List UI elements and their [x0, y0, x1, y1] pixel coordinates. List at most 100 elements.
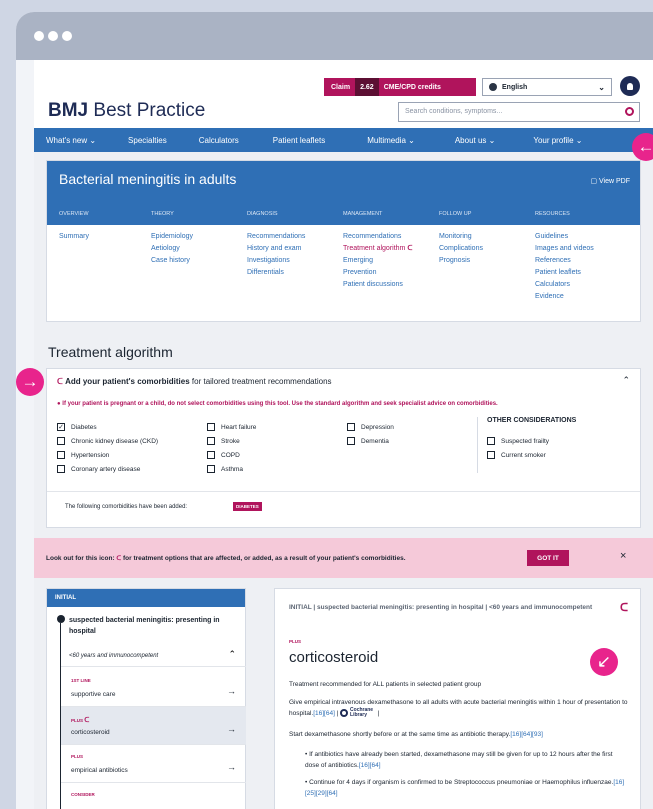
- nav-specialties[interactable]: Specialties: [128, 136, 167, 145]
- option-consider[interactable]: CONSIDER: [61, 783, 246, 809]
- diabetes-badge: DIABETES: [233, 502, 262, 511]
- claim-label: Claim: [331, 83, 351, 91]
- theory-links: Epidemiology Aetiology Case history: [151, 231, 193, 267]
- got-it-button[interactable]: GOT IT: [527, 550, 569, 566]
- logo-text: Best Practice: [93, 100, 206, 121]
- detail-paragraph: Give empirical intravenous dexamethasone…: [289, 699, 628, 719]
- nav-about-us[interactable]: About us ⌄: [455, 136, 496, 145]
- window-dot-icon: [62, 31, 72, 41]
- subgroup-row[interactable]: <60 years and immunocompetent ⌃: [61, 645, 246, 667]
- checkbox-dementia[interactable]: Dementia: [347, 437, 389, 445]
- site-logo[interactable]: BMJ Best Practice: [48, 100, 205, 122]
- nav-whats-new[interactable]: What's new ⌄: [46, 136, 96, 145]
- logo-bmj: BMJ: [48, 100, 89, 121]
- language-select[interactable]: English ⌄: [482, 78, 612, 96]
- checkbox-heart-failure[interactable]: Heart failure: [207, 423, 256, 431]
- link-history-exam[interactable]: History and exam: [247, 243, 305, 255]
- collapse-chevron-icon[interactable]: ⌃: [622, 375, 630, 386]
- patient-group-title[interactable]: suspected bacterial meningitis: presenti…: [69, 615, 229, 637]
- checkbox-current-smoker[interactable]: Current smoker: [487, 451, 546, 459]
- link-investigations[interactable]: Investigations: [247, 255, 305, 267]
- option-corticosteroid[interactable]: PLUS ᑕ corticosteroid →: [61, 707, 246, 745]
- option-empirical-antibiotics[interactable]: PLUS empirical antibiotics →: [61, 745, 246, 783]
- link-references[interactable]: References: [535, 255, 594, 267]
- algorithm-sidebar: INITIAL suspected bacterial meningitis: …: [46, 588, 246, 809]
- link-patient-discussions[interactable]: Patient discussions: [343, 279, 412, 291]
- treatment-detail: INITIAL | suspected bacterial meningitis…: [274, 588, 641, 809]
- link-management-recommendations[interactable]: Recommendations: [343, 231, 412, 243]
- banner-text: Look out for this icon: ᑕ for treatment …: [46, 555, 406, 562]
- followup-links: Monitoring Complications Prognosis: [439, 231, 483, 267]
- cochrane-label[interactable]: Cochrane Library: [350, 708, 376, 718]
- diagnosis-links: Recommendations History and exam Investi…: [247, 231, 305, 279]
- section-title: Treatment algorithm: [48, 344, 173, 360]
- close-icon[interactable]: ×: [620, 550, 626, 562]
- comorbidity-icon: ᑕ: [619, 602, 628, 614]
- checkbox-depression[interactable]: Depression: [347, 423, 394, 431]
- window-dot-icon: [48, 31, 58, 41]
- claim-credits-button[interactable]: Claim 2.62 CME/CPD credits: [324, 78, 476, 96]
- added-comorbidities: The following comorbidities have been ad…: [47, 491, 640, 521]
- topic-links: Summary Epidemiology Aetiology Case hist…: [47, 225, 640, 321]
- link-guidelines[interactable]: Guidelines: [535, 231, 594, 243]
- search-icon[interactable]: [625, 107, 634, 116]
- detail-plus-label: PLUS: [289, 639, 302, 644]
- checkbox-ckd[interactable]: Chronic kidney disease (CKD): [57, 437, 158, 445]
- claim-unit: CME/CPD credits: [383, 83, 441, 91]
- link-case-history[interactable]: Case history: [151, 255, 193, 267]
- category-theory: THEORY: [151, 211, 174, 217]
- category-diagnosis: DIAGNOSIS: [247, 211, 278, 217]
- nav-calculators[interactable]: Calculators: [199, 136, 239, 145]
- comorbidities-heading[interactable]: ᑕ Add your patient's comorbidities for t…: [57, 377, 332, 386]
- category-follow-up: FOLLOW UP: [439, 211, 472, 217]
- detail-paragraph: Start dexamethasone shortly before or at…: [289, 731, 543, 738]
- nav-your-profile[interactable]: Your profile ⌄: [533, 136, 582, 145]
- nav-multimedia[interactable]: Multimedia ⌄: [367, 136, 415, 145]
- checkbox-hypertension[interactable]: Hypertension: [57, 451, 109, 459]
- column-divider: [477, 417, 478, 473]
- reference-link[interactable]: [16][64]: [313, 710, 335, 717]
- detail-title: corticosteroid: [289, 649, 379, 666]
- link-summary[interactable]: Summary: [59, 231, 89, 243]
- reference-link[interactable]: [16][64][93]: [510, 731, 543, 738]
- checkbox-diabetes[interactable]: ✓ Diabetes: [57, 423, 97, 431]
- comorbidity-icon: ᑕ: [84, 717, 90, 724]
- link-aetiology[interactable]: Aetiology: [151, 243, 193, 255]
- link-monitoring[interactable]: Monitoring: [439, 231, 483, 243]
- link-images-videos[interactable]: Images and videos: [535, 243, 594, 255]
- checkbox-suspected-frailty[interactable]: Suspected frailty: [487, 437, 549, 445]
- checkbox-stroke[interactable]: Stroke: [207, 437, 240, 445]
- link-evidence[interactable]: Evidence: [535, 291, 594, 303]
- option-label: PLUS ᑕ: [71, 717, 90, 724]
- nav-patient-leaflets[interactable]: Patient leaflets: [273, 136, 325, 145]
- link-treatment-algorithm[interactable]: Treatment algorithm ᑕ: [343, 243, 412, 255]
- pointer-arrow-down-left-icon: ↙: [590, 648, 618, 676]
- option-supportive-care[interactable]: 1ST LINE supportive care →: [61, 669, 246, 707]
- link-patient-leaflets[interactable]: Patient leaflets: [535, 267, 594, 279]
- reference-link[interactable]: [16][64]: [359, 762, 381, 769]
- link-prevention[interactable]: Prevention: [343, 267, 412, 279]
- claim-value: 2.62: [355, 78, 379, 96]
- link-epidemiology[interactable]: Epidemiology: [151, 231, 193, 243]
- pregnancy-warning: ● If your patient is pregnant or a child…: [57, 401, 498, 407]
- search-input[interactable]: Search conditions, symptoms...: [398, 102, 640, 122]
- link-prognosis[interactable]: Prognosis: [439, 255, 483, 267]
- comorbidity-icon-banner: Look out for this icon: ᑕ for treatment …: [34, 538, 653, 578]
- notification-bell-icon[interactable]: [620, 76, 640, 96]
- link-complications[interactable]: Complications: [439, 243, 483, 255]
- checkbox-coronary-artery-disease[interactable]: Coronary artery disease: [57, 465, 140, 473]
- checkbox-asthma[interactable]: Asthma: [207, 465, 243, 473]
- added-text: The following comorbidities have been ad…: [65, 504, 188, 510]
- option-name: empirical antibiotics: [71, 767, 128, 774]
- arrow-right-icon: →: [227, 686, 236, 696]
- link-emerging[interactable]: Emerging: [343, 255, 412, 267]
- management-links: Recommendations Treatment algorithm ᑕ Em…: [343, 231, 412, 291]
- checkbox-copd[interactable]: COPD: [207, 451, 240, 459]
- link-diagnosis-recommendations[interactable]: Recommendations: [247, 231, 305, 243]
- initial-tab[interactable]: INITIAL: [47, 589, 245, 607]
- detail-bullet: • Continue for 4 days if organism is con…: [305, 779, 625, 797]
- link-calculators[interactable]: Calculators: [535, 279, 594, 291]
- detail-note: Treatment recommended for ALL patients i…: [289, 681, 482, 688]
- link-differentials[interactable]: Differentials: [247, 267, 305, 279]
- view-pdf-link[interactable]: ▢ View PDF: [590, 177, 630, 185]
